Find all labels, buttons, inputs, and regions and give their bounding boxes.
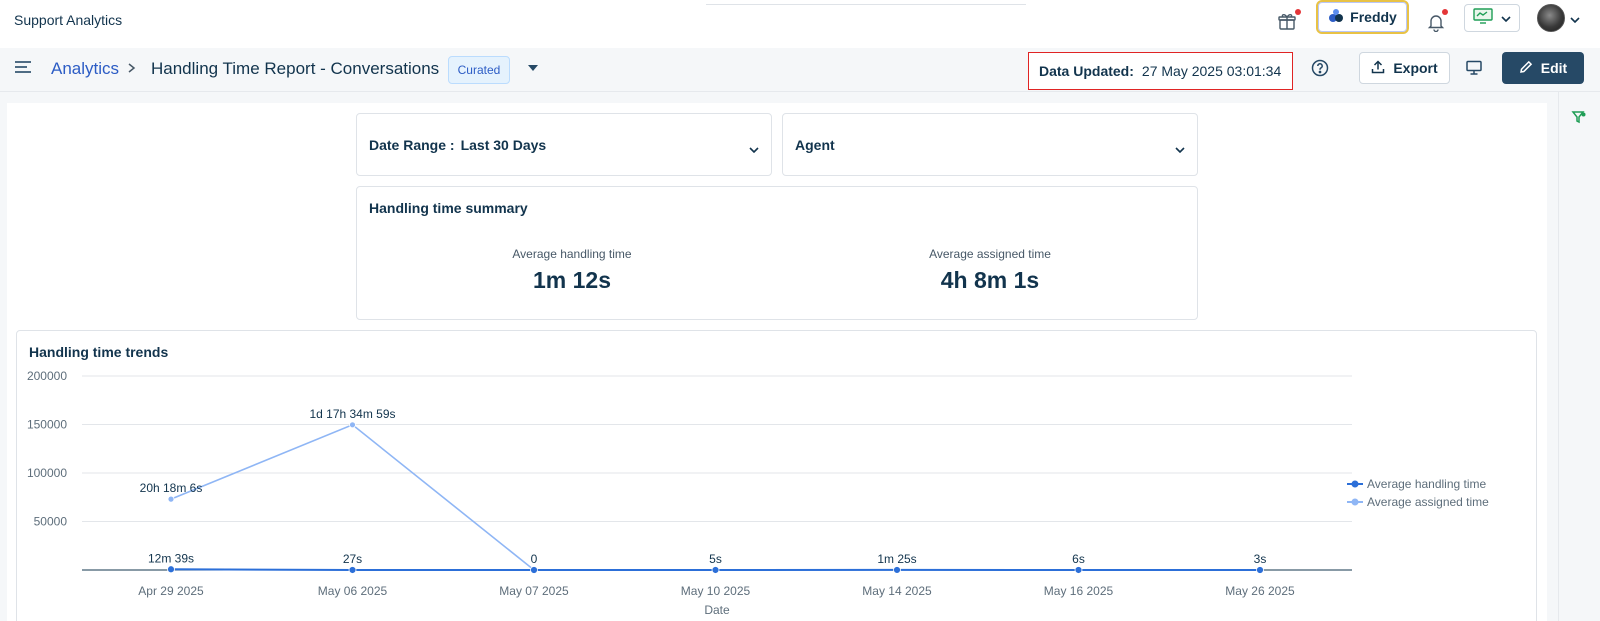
summary-title: Handling time summary [369, 200, 528, 216]
data-point [1256, 566, 1264, 574]
chevron-down-icon [1501, 9, 1511, 27]
right-rail [1558, 92, 1600, 621]
export-button[interactable]: Export [1359, 52, 1450, 84]
data-point [1074, 566, 1083, 574]
avatar[interactable] [1537, 4, 1565, 32]
avg-assigned-metric: Average assigned time 4h 8m 1s [850, 247, 1130, 294]
y-tick-label: 50000 [34, 515, 68, 529]
top-bar: Support Analytics Freddy [0, 0, 1600, 48]
gift-icon[interactable] [1273, 8, 1301, 36]
y-tick-label: 100000 [27, 466, 67, 480]
y-tick-label: 200000 [27, 369, 67, 383]
data-point [348, 566, 357, 574]
legend-label: Average assigned time [1367, 495, 1489, 509]
present-mode-icon[interactable] [1465, 60, 1483, 81]
data-point [711, 566, 720, 574]
data-label: 1d 17h 34m 59s [309, 407, 395, 421]
x-tick-label: May 07 2025 [499, 584, 569, 598]
x-tick-label: May 06 2025 [318, 584, 388, 598]
avg-handling-value: 1m 12s [532, 267, 611, 293]
notification-dot [1295, 9, 1301, 15]
data-updated-value: 27 May 2025 03:01:34 [1141, 63, 1282, 79]
curated-badge: Curated [448, 56, 510, 84]
data-label: 6s [1072, 552, 1085, 566]
data-label: 12m 39s [148, 551, 194, 565]
x-axis-label: Date [704, 603, 730, 617]
data-label: 0 [531, 552, 538, 566]
export-label: Export [1393, 60, 1438, 76]
date-range-filter[interactable]: Date Range : Last 30 Days [356, 113, 772, 176]
trend-chart: 50000 100000 150000 200000 Apr 29 2025 May 06… [27, 369, 1489, 617]
x-tick-label: May 14 2025 [862, 584, 932, 598]
avg-handling-label: Average handling time [512, 247, 632, 261]
breadcrumb-analytics[interactable]: Analytics [51, 59, 119, 79]
edit-button[interactable]: Edit [1502, 52, 1584, 84]
agent-filter[interactable]: Agent [782, 113, 1198, 176]
avg-assigned-value: 4h 8m 1s [940, 267, 1040, 293]
data-label: 5s [709, 552, 722, 566]
freddy-button[interactable]: Freddy [1316, 0, 1409, 34]
bell-icon[interactable] [1422, 8, 1450, 36]
data-point [349, 421, 356, 429]
legend-marker [1351, 480, 1359, 488]
trends-card: Handling time trends 50000 100000 150000 20… [16, 330, 1537, 621]
data-updated-info: Data Updated: 27 May 2025 03:01:34 [1028, 52, 1293, 90]
page-title: Handling Time Report - Conversations [151, 59, 440, 78]
data-point [530, 566, 538, 574]
x-tick-label: May 10 2025 [681, 584, 751, 598]
edit-label: Edit [1540, 60, 1568, 76]
data-label: 27s [343, 552, 362, 566]
data-label: 1m 25s [877, 552, 916, 566]
divider [706, 4, 1026, 5]
chevron-down-icon [749, 140, 759, 156]
agent-label: Agent [795, 136, 835, 153]
x-tick-label: May 16 2025 [1044, 584, 1114, 598]
legend-label: Average handling time [1367, 477, 1487, 491]
x-tick-label: May 26 2025 [1225, 584, 1295, 598]
caret-down-icon[interactable] [528, 65, 538, 71]
pencil-icon [1519, 60, 1533, 77]
page-header: Analytics Handling Time Report - Convers… [0, 48, 1600, 92]
avg-assigned-label: Average assigned time [929, 247, 1051, 261]
chevron-right-icon [126, 58, 138, 83]
app-title: Support Analytics [14, 12, 123, 28]
chevron-down-icon [1175, 140, 1185, 156]
data-point [167, 565, 175, 574]
y-tick-label: 150000 [27, 418, 67, 432]
data-updated-label: Data Updated: [1039, 63, 1134, 79]
data-point [893, 566, 901, 574]
x-tick-label: Apr 29 2025 [138, 584, 204, 598]
data-point [167, 495, 175, 503]
notification-dot [1442, 9, 1448, 15]
help-icon[interactable] [1310, 58, 1330, 83]
freddy-label: Freddy [1350, 9, 1397, 25]
summary-card: Handling time summary Average handling t… [356, 186, 1198, 320]
series-line-assigned [170, 423, 1260, 571]
status-monitor-button[interactable] [1464, 4, 1520, 32]
chevron-down-icon[interactable] [1570, 10, 1580, 28]
legend-marker [1351, 498, 1359, 506]
menu-icon[interactable] [14, 60, 32, 79]
upload-icon [1371, 59, 1385, 77]
avg-handling-metric: Average handling time 1m 12s [432, 247, 712, 294]
monitor-icon [1473, 7, 1493, 29]
date-range-value: Last 30 Days [460, 136, 547, 153]
freddy-icon [1328, 8, 1344, 27]
data-label: 3s [1254, 552, 1267, 566]
filter-icon[interactable] [1571, 110, 1587, 131]
data-label: 20h 18m 6s [140, 481, 203, 495]
date-range-label: Date Range : [369, 136, 455, 153]
